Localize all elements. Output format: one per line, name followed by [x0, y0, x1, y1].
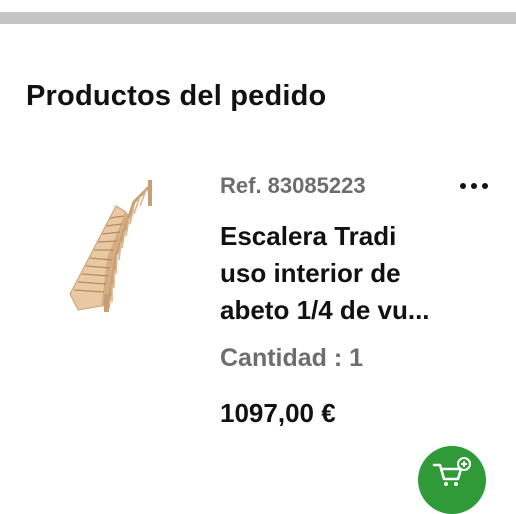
more-options-button[interactable]	[452, 172, 496, 200]
product-name-line: uso interior de	[220, 258, 401, 288]
more-options-icon	[460, 183, 466, 189]
top-divider-bar	[0, 12, 516, 24]
add-to-cart-button[interactable]	[418, 446, 486, 514]
more-options-dot	[471, 183, 477, 189]
product-price: 1097,00 €	[220, 398, 336, 428]
product-name[interactable]: Escalera Tradi uso interior de abeto 1/4…	[220, 218, 460, 329]
product-name-line: abeto 1/4 de vu...	[220, 295, 430, 325]
product-name-line: Escalera Tradi	[220, 221, 397, 251]
staircase-icon	[69, 180, 152, 312]
add-to-cart-icon	[432, 457, 471, 486]
product-image[interactable]	[64, 176, 160, 336]
product-reference: Ref. 83085223	[220, 173, 366, 198]
more-options-dot	[482, 183, 488, 189]
section-title: Productos del pedido	[26, 80, 327, 112]
product-quantity: Cantidad : 1	[220, 344, 364, 372]
